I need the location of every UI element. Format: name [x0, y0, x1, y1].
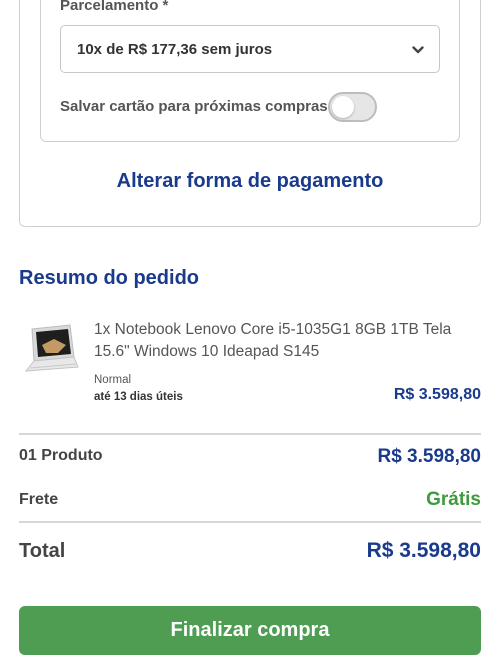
change-payment-link[interactable]: Alterar forma de pagamento — [0, 170, 500, 193]
chevron-down-icon — [412, 46, 424, 54]
installments-select[interactable]: 10x de R$ 177,36 sem juros — [60, 25, 440, 73]
shipping-time: até 13 dias úteis — [94, 391, 183, 403]
subtotal-label: 01 Produto — [19, 447, 103, 464]
product-name: 1x Notebook Lenovo Core i5-1035G1 8GB 1T… — [94, 321, 452, 360]
shipping-label: Frete — [19, 491, 59, 508]
divider — [19, 433, 481, 435]
order-summary-title: Resumo do pedido — [19, 267, 199, 289]
notebook-thumbnail-icon — [24, 324, 79, 372]
installments-selected-value: 10x de R$ 177,36 sem juros — [77, 41, 273, 58]
finalize-purchase-button[interactable]: Finalizar compra — [19, 606, 481, 655]
divider — [19, 521, 481, 523]
save-card-toggle[interactable] — [328, 92, 377, 122]
shipping-value: Grátis — [426, 489, 481, 510]
installments-label: Parcelamento * — [60, 0, 169, 14]
product-price: R$ 3.598,80 — [393, 386, 481, 403]
save-card-label: Salvar cartão para próximas compras — [60, 98, 328, 115]
shipping-type: Normal — [94, 374, 132, 386]
total-label: Total — [19, 540, 66, 562]
total-value: R$ 3.598,80 — [366, 539, 481, 562]
toggle-knob — [332, 96, 354, 118]
subtotal-value: R$ 3.598,80 — [377, 446, 481, 467]
